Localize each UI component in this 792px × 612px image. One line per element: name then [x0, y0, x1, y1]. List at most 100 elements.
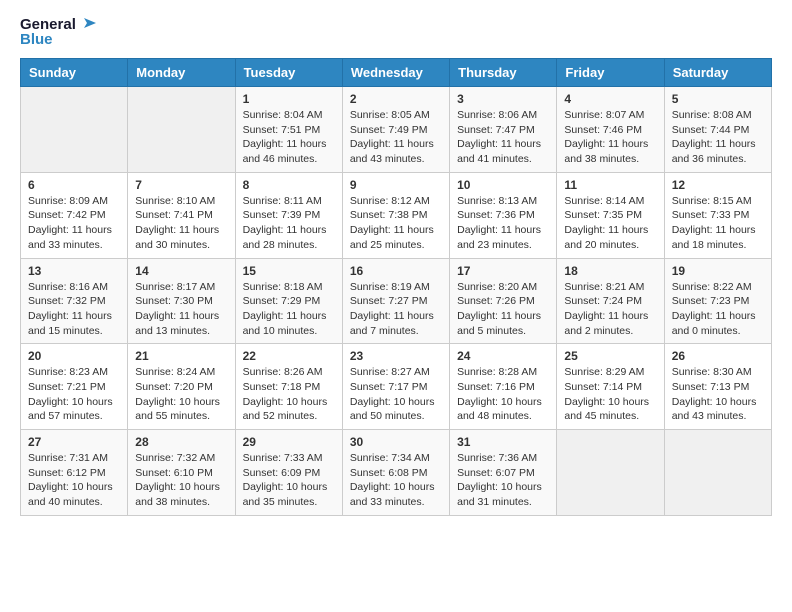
day-info: Sunrise: 8:24 AMSunset: 7:20 PMDaylight:…: [135, 365, 227, 424]
calendar-cell: 11Sunrise: 8:14 AMSunset: 7:35 PMDayligh…: [557, 172, 664, 258]
calendar-cell: 14 Sunrise: 8:17 AMSunset: 7:30 PMDayligh…: [128, 258, 235, 344]
day-number: 19: [672, 264, 764, 278]
day-info: Sunrise: 8:16 AMSunset: 7:32 PMDaylight:…: [28, 280, 120, 339]
calendar-cell: 12 Sunrise: 8:15 AMSunset: 7:33 PMDayligh…: [664, 172, 771, 258]
day-info: Sunrise: 8:12 AMSunset: 7:38 PMDaylight:…: [350, 194, 442, 253]
day-info: Sunrise: 7:34 AMSunset: 6:08 PMDaylight:…: [350, 451, 442, 510]
calendar-cell: 5 Sunrise: 8:08 AMSunset: 7:44 PMDaylight…: [664, 87, 771, 173]
calendar-week-row: 20Sunrise: 8:23 AMSunset: 7:21 PMDayligh…: [21, 344, 772, 430]
day-info: Sunrise: 8:05 AMSunset: 7:49 PMDaylight:…: [350, 108, 442, 167]
calendar-cell: 31 Sunrise: 7:36 AMSunset: 6:07 PMDayligh…: [450, 430, 557, 516]
calendar-cell: 7 Sunrise: 8:10 AMSunset: 7:41 PMDaylight…: [128, 172, 235, 258]
weekday-header-monday: Monday: [128, 59, 235, 87]
day-info: Sunrise: 8:23 AMSunset: 7:21 PMDaylight:…: [28, 365, 120, 424]
day-info: Sunrise: 7:33 AMSunset: 6:09 PMDaylight:…: [243, 451, 335, 510]
day-info: Sunrise: 8:21 AMSunset: 7:24 PMDaylight:…: [564, 280, 656, 339]
day-info: Sunrise: 8:10 AMSunset: 7:41 PMDaylight:…: [135, 194, 227, 253]
calendar-cell: [128, 87, 235, 173]
calendar-cell: 3 Sunrise: 8:06 AMSunset: 7:47 PMDaylight…: [450, 87, 557, 173]
day-info: Sunrise: 8:11 AMSunset: 7:39 PMDaylight:…: [243, 194, 335, 253]
day-number: 23: [350, 349, 442, 363]
day-info: Sunrise: 8:29 AMSunset: 7:14 PMDaylight:…: [564, 365, 656, 424]
calendar-cell: 29 Sunrise: 7:33 AMSunset: 6:09 PMDayligh…: [235, 430, 342, 516]
calendar-cell: 20Sunrise: 8:23 AMSunset: 7:21 PMDayligh…: [21, 344, 128, 430]
day-number: 10: [457, 178, 549, 192]
calendar-cell: 25 Sunrise: 8:29 AMSunset: 7:14 PMDayligh…: [557, 344, 664, 430]
day-number: 5: [672, 92, 764, 106]
day-number: 12: [672, 178, 764, 192]
calendar-cell: [557, 430, 664, 516]
day-number: 27: [28, 435, 120, 449]
header: General Blue: [20, 16, 772, 48]
day-number: 4: [564, 92, 656, 106]
day-number: 31: [457, 435, 549, 449]
calendar-cell: 6 Sunrise: 8:09 AMSunset: 7:42 PMDaylight…: [21, 172, 128, 258]
day-number: 7: [135, 178, 227, 192]
day-info: Sunrise: 8:07 AMSunset: 7:46 PMDaylight:…: [564, 108, 656, 167]
calendar-cell: 18 Sunrise: 8:21 AMSunset: 7:24 PMDayligh…: [557, 258, 664, 344]
weekday-header-row: SundayMondayTuesdayWednesdayThursdayFrid…: [21, 59, 772, 87]
day-number: 28: [135, 435, 227, 449]
calendar-cell: 22 Sunrise: 8:26 AMSunset: 7:18 PMDayligh…: [235, 344, 342, 430]
calendar-cell: 9Sunrise: 8:12 AMSunset: 7:38 PMDaylight…: [342, 172, 449, 258]
day-info: Sunrise: 8:09 AMSunset: 7:42 PMDaylight:…: [28, 194, 120, 253]
weekday-header-tuesday: Tuesday: [235, 59, 342, 87]
day-number: 2: [350, 92, 442, 106]
weekday-header-saturday: Saturday: [664, 59, 771, 87]
day-info: Sunrise: 8:22 AMSunset: 7:23 PMDaylight:…: [672, 280, 764, 339]
day-info: Sunrise: 8:18 AMSunset: 7:29 PMDaylight:…: [243, 280, 335, 339]
day-number: 15: [243, 264, 335, 278]
day-number: 13: [28, 264, 120, 278]
day-info: Sunrise: 8:28 AMSunset: 7:16 PMDaylight:…: [457, 365, 549, 424]
day-number: 11: [564, 178, 656, 192]
day-number: 30: [350, 435, 442, 449]
calendar-cell: 8 Sunrise: 8:11 AMSunset: 7:39 PMDaylight…: [235, 172, 342, 258]
day-info: Sunrise: 8:19 AMSunset: 7:27 PMDaylight:…: [350, 280, 442, 339]
day-number: 3: [457, 92, 549, 106]
day-number: 25: [564, 349, 656, 363]
calendar-week-row: 1 Sunrise: 8:04 AMSunset: 7:51 PMDaylight…: [21, 87, 772, 173]
day-number: 8: [243, 178, 335, 192]
day-number: 29: [243, 435, 335, 449]
calendar-cell: 17Sunrise: 8:20 AMSunset: 7:26 PMDayligh…: [450, 258, 557, 344]
calendar-cell: [21, 87, 128, 173]
calendar-cell: [664, 430, 771, 516]
calendar-week-row: 13 Sunrise: 8:16 AMSunset: 7:32 PMDayligh…: [21, 258, 772, 344]
calendar-cell: 16 Sunrise: 8:19 AMSunset: 7:27 PMDayligh…: [342, 258, 449, 344]
day-number: 17: [457, 264, 549, 278]
day-info: Sunrise: 7:36 AMSunset: 6:07 PMDaylight:…: [457, 451, 549, 510]
day-number: 6: [28, 178, 120, 192]
calendar-cell: 30 Sunrise: 7:34 AMSunset: 6:08 PMDayligh…: [342, 430, 449, 516]
day-info: Sunrise: 8:15 AMSunset: 7:33 PMDaylight:…: [672, 194, 764, 253]
day-info: Sunrise: 8:06 AMSunset: 7:47 PMDaylight:…: [457, 108, 549, 167]
logo-bird-icon: [78, 18, 96, 32]
logo-blue: Blue: [20, 31, 53, 48]
calendar-cell: 27 Sunrise: 7:31 AMSunset: 6:12 PMDayligh…: [21, 430, 128, 516]
day-info: Sunrise: 8:30 AMSunset: 7:13 PMDaylight:…: [672, 365, 764, 424]
calendar-cell: 23Sunrise: 8:27 AMSunset: 7:17 PMDayligh…: [342, 344, 449, 430]
calendar-week-row: 27 Sunrise: 7:31 AMSunset: 6:12 PMDayligh…: [21, 430, 772, 516]
calendar-cell: 10 Sunrise: 8:13 AMSunset: 7:36 PMDayligh…: [450, 172, 557, 258]
calendar-cell: 28 Sunrise: 7:32 AMSunset: 6:10 PMDayligh…: [128, 430, 235, 516]
calendar-cell: 24 Sunrise: 8:28 AMSunset: 7:16 PMDayligh…: [450, 344, 557, 430]
day-info: Sunrise: 8:08 AMSunset: 7:44 PMDaylight:…: [672, 108, 764, 167]
day-number: 22: [243, 349, 335, 363]
calendar-cell: 21Sunrise: 8:24 AMSunset: 7:20 PMDayligh…: [128, 344, 235, 430]
day-info: Sunrise: 8:17 AMSunset: 7:30 PMDaylight:…: [135, 280, 227, 339]
day-number: 14: [135, 264, 227, 278]
day-number: 18: [564, 264, 656, 278]
calendar-table: SundayMondayTuesdayWednesdayThursdayFrid…: [20, 58, 772, 516]
day-info: Sunrise: 7:32 AMSunset: 6:10 PMDaylight:…: [135, 451, 227, 510]
day-info: Sunrise: 8:13 AMSunset: 7:36 PMDaylight:…: [457, 194, 549, 253]
day-number: 16: [350, 264, 442, 278]
day-info: Sunrise: 7:31 AMSunset: 6:12 PMDaylight:…: [28, 451, 120, 510]
page-container: General Blue SundayMondayTuesdayWednesda…: [0, 0, 792, 536]
calendar-cell: 15 Sunrise: 8:18 AMSunset: 7:29 PMDayligh…: [235, 258, 342, 344]
day-number: 24: [457, 349, 549, 363]
day-number: 1: [243, 92, 335, 106]
calendar-cell: 1 Sunrise: 8:04 AMSunset: 7:51 PMDaylight…: [235, 87, 342, 173]
day-info: Sunrise: 8:04 AMSunset: 7:51 PMDaylight:…: [243, 108, 335, 167]
weekday-header-sunday: Sunday: [21, 59, 128, 87]
calendar-cell: 4 Sunrise: 8:07 AMSunset: 7:46 PMDaylight…: [557, 87, 664, 173]
day-info: Sunrise: 8:26 AMSunset: 7:18 PMDaylight:…: [243, 365, 335, 424]
